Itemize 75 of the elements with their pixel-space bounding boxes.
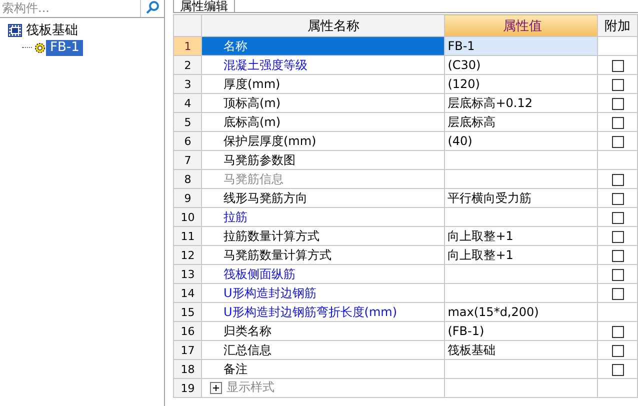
row-number: 19 bbox=[174, 378, 202, 398]
checkbox[interactable] bbox=[612, 192, 624, 205]
property-name: 拉筋数量计算方式 bbox=[202, 226, 444, 246]
checkbox[interactable] bbox=[612, 288, 624, 300]
row-number: 13 bbox=[174, 264, 202, 284]
checkbox[interactable] bbox=[612, 344, 624, 357]
column-header: 属性值 bbox=[444, 14, 598, 36]
property-value[interactable]: 筏板基础 bbox=[444, 340, 598, 360]
gear-icon bbox=[34, 42, 46, 54]
property-value[interactable]: (40) bbox=[444, 132, 598, 150]
checkbox[interactable] bbox=[612, 230, 624, 243]
property-name: 名称 bbox=[202, 36, 444, 56]
row-number: 14 bbox=[174, 284, 202, 302]
search-icon bbox=[146, 0, 160, 14]
property-name: 马凳筋信息 bbox=[202, 170, 444, 188]
checkbox[interactable] bbox=[612, 364, 624, 376]
property-name: 混凝土强度等级 bbox=[202, 56, 444, 74]
property-name: 厚度(mm) bbox=[202, 74, 444, 94]
row-number: 5 bbox=[174, 112, 202, 132]
row-number: 6 bbox=[174, 132, 202, 150]
row-number: 4 bbox=[174, 94, 202, 112]
property-name: 备注 bbox=[202, 360, 444, 378]
row-number: 8 bbox=[174, 170, 202, 188]
property-value[interactable]: max(15*d,200) bbox=[444, 302, 598, 322]
property-value[interactable]: (120) bbox=[444, 74, 598, 94]
property-name: 汇总信息 bbox=[202, 340, 444, 360]
row-number: 10 bbox=[174, 208, 202, 226]
property-name: 保护层厚度(mm) bbox=[202, 132, 444, 150]
row-number: 18 bbox=[174, 360, 202, 378]
grid-icon bbox=[8, 24, 22, 37]
property-name: 拉筋 bbox=[202, 208, 444, 226]
column-header: 属性名称 bbox=[202, 14, 444, 36]
property-tab[interactable]: 属性编辑 bbox=[173, 0, 235, 12]
property-value[interactable]: 层底标高 bbox=[444, 112, 598, 132]
property-name: 筏板侧面纵筋 bbox=[202, 264, 444, 284]
row-number: 15 bbox=[174, 302, 202, 322]
property-name: 线形马凳筋方向 bbox=[202, 188, 444, 208]
property-value[interactable]: 层底标高+0.12 bbox=[444, 94, 598, 112]
property-value[interactable]: (FB-1) bbox=[444, 322, 598, 340]
property-value[interactable]: FB-1 bbox=[444, 36, 598, 56]
checkbox[interactable] bbox=[612, 78, 624, 91]
checkbox[interactable] bbox=[612, 136, 624, 148]
checkbox[interactable] bbox=[612, 116, 624, 129]
tree-item[interactable]: FB-1 bbox=[46, 40, 84, 56]
checkbox[interactable] bbox=[612, 326, 624, 338]
row-number: 9 bbox=[174, 188, 202, 208]
checkbox[interactable] bbox=[612, 250, 624, 262]
search-field[interactable]: 索构件... bbox=[0, 0, 140, 16]
property-value[interactable]: 平行横向受力筋 bbox=[444, 188, 598, 208]
corner-cell bbox=[174, 14, 202, 36]
tree-item[interactable]: 筏板基础 bbox=[22, 22, 82, 38]
row-number: 1 bbox=[174, 36, 202, 56]
row-number: 16 bbox=[174, 322, 202, 340]
property-name: U形构造封边钢筋 bbox=[202, 284, 444, 302]
row-number: 2 bbox=[174, 56, 202, 74]
checkbox[interactable] bbox=[612, 268, 624, 281]
property-name: 马凳筋数量计算方式 bbox=[202, 246, 444, 264]
row-number: 17 bbox=[174, 340, 202, 360]
row-number: 11 bbox=[174, 226, 202, 246]
checkbox[interactable] bbox=[612, 98, 624, 110]
row-number: 3 bbox=[174, 74, 202, 94]
property-value[interactable]: (C30) bbox=[444, 56, 598, 74]
row-number: 7 bbox=[174, 150, 202, 170]
checkbox[interactable] bbox=[612, 60, 624, 72]
property-name: 顶标高(m) bbox=[202, 94, 444, 112]
property-name: 马凳筋参数图 bbox=[202, 150, 444, 170]
property-name: 显示样式 bbox=[226, 379, 274, 396]
checkbox[interactable] bbox=[612, 212, 624, 224]
property-value[interactable]: 向上取整+1 bbox=[444, 246, 598, 264]
property-name: 归类名称 bbox=[202, 322, 444, 340]
property-name: U形构造封边钢筋弯折长度(mm) bbox=[202, 302, 444, 322]
column-header: 附加 bbox=[598, 14, 638, 36]
property-value[interactable]: 向上取整+1 bbox=[444, 226, 598, 246]
row-number: 12 bbox=[174, 246, 202, 264]
property-name: 底标高(m) bbox=[202, 112, 444, 132]
